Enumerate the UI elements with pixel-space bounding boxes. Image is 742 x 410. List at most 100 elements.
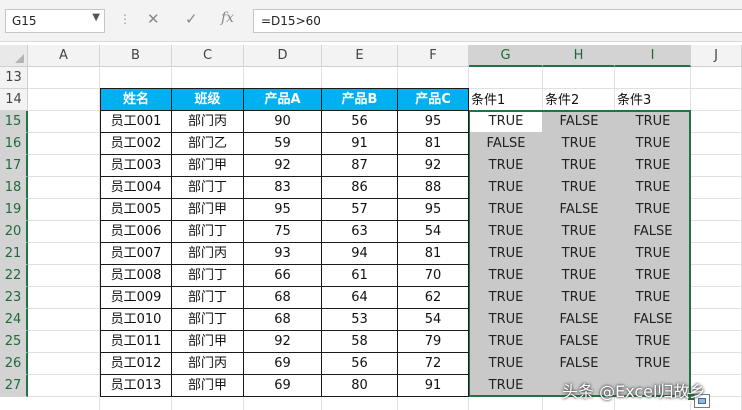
row-header-25[interactable]: 25	[0, 331, 28, 353]
table-cell[interactable]: 53	[322, 309, 398, 331]
result-cell[interactable]: TRUE	[469, 155, 543, 177]
name-box[interactable]: G15 ▼	[5, 9, 105, 33]
result-cell[interactable]: FALSE	[469, 133, 543, 155]
result-cell[interactable]: TRUE	[469, 309, 543, 331]
row-header-14[interactable]: 14	[0, 89, 28, 111]
table-cell[interactable]: 68	[244, 287, 322, 309]
column-header-f[interactable]: F	[398, 45, 469, 67]
row-header-22[interactable]: 22	[0, 265, 28, 287]
table-cell[interactable]: 91	[398, 375, 469, 397]
condition-header[interactable]: 条件1	[471, 89, 505, 111]
table-cell[interactable]: 员工001	[100, 111, 172, 133]
column-header-b[interactable]: B	[100, 45, 172, 67]
column-header-j[interactable]: J	[691, 45, 742, 67]
result-cell[interactable]: TRUE	[469, 375, 543, 397]
table-cell[interactable]: 88	[398, 177, 469, 199]
table-cell[interactable]: 69	[244, 375, 322, 397]
table-cell[interactable]: 81	[398, 243, 469, 265]
row-header-17[interactable]: 17	[0, 155, 28, 177]
result-cell[interactable]: TRUE	[469, 287, 543, 309]
row-header-26[interactable]: 26	[0, 353, 28, 375]
result-cell[interactable]: TRUE	[469, 177, 543, 199]
table-cell[interactable]: 92	[244, 155, 322, 177]
table-cell[interactable]: 员工003	[100, 155, 172, 177]
table-cell[interactable]: 部门乙	[172, 133, 244, 155]
result-cell[interactable]: TRUE	[615, 155, 691, 177]
table-cell[interactable]: 部门丁	[172, 265, 244, 287]
table-cell[interactable]: 75	[244, 221, 322, 243]
result-cell[interactable]: TRUE	[615, 331, 691, 353]
result-cell[interactable]: TRUE	[615, 353, 691, 375]
table-cell[interactable]: 80	[322, 375, 398, 397]
row-header-20[interactable]: 20	[0, 221, 28, 243]
table-cell[interactable]: 员工007	[100, 243, 172, 265]
table-cell[interactable]: 部门甲	[172, 155, 244, 177]
result-cell[interactable]: TRUE	[469, 199, 543, 221]
result-cell[interactable]: TRUE	[469, 111, 543, 133]
table-cell[interactable]: 69	[244, 353, 322, 375]
condition-header[interactable]: 条件2	[545, 89, 579, 111]
result-cell[interactable]: TRUE	[543, 265, 615, 287]
result-cell[interactable]: FALSE	[543, 111, 615, 133]
row-header-23[interactable]: 23	[0, 287, 28, 309]
result-cell[interactable]: TRUE	[543, 221, 615, 243]
result-cell[interactable]: TRUE	[469, 331, 543, 353]
select-all-button[interactable]	[0, 45, 28, 67]
table-cell[interactable]: 66	[244, 265, 322, 287]
result-cell[interactable]: FALSE	[543, 199, 615, 221]
table-cell[interactable]: 61	[322, 265, 398, 287]
table-cell[interactable]: 员工009	[100, 287, 172, 309]
row-header-21[interactable]: 21	[0, 243, 28, 265]
column-header-h[interactable]: H	[543, 45, 615, 67]
table-cell[interactable]: 68	[244, 309, 322, 331]
table-cell[interactable]: 部门丁	[172, 287, 244, 309]
table-cell[interactable]: 部门丁	[172, 309, 244, 331]
result-cell[interactable]: TRUE	[543, 133, 615, 155]
table-cell[interactable]: 56	[322, 111, 398, 133]
chevron-down-icon[interactable]: ▼	[92, 12, 100, 23]
table-cell[interactable]: 员工011	[100, 331, 172, 353]
result-cell[interactable]: TRUE	[543, 177, 615, 199]
table-cell[interactable]: 72	[398, 353, 469, 375]
worksheet-grid[interactable]: 姓名 班级 产品A 产品B 产品C 员工001 部门丙 90 56 95 员工002 部门乙 59 91 8…	[28, 67, 742, 410]
row-header-19[interactable]: 19	[0, 199, 28, 221]
table-cell[interactable]: 员工012	[100, 353, 172, 375]
result-cell[interactable]: TRUE	[615, 177, 691, 199]
condition-header[interactable]: 条件3	[617, 89, 651, 111]
column-header-e[interactable]: E	[322, 45, 398, 67]
result-cell[interactable]: FALSE	[615, 309, 691, 331]
table-header-cell[interactable]: 产品A	[244, 88, 322, 111]
drag-handle-icon[interactable]: ⋮	[119, 12, 131, 26]
result-cell[interactable]: TRUE	[469, 265, 543, 287]
table-cell[interactable]: 56	[322, 353, 398, 375]
table-cell[interactable]: 部门丙	[172, 111, 244, 133]
result-cell[interactable]: TRUE	[615, 265, 691, 287]
table-cell[interactable]: 64	[322, 287, 398, 309]
table-cell[interactable]: 92	[398, 155, 469, 177]
table-cell[interactable]: 部门丙	[172, 353, 244, 375]
table-cell[interactable]: 58	[322, 331, 398, 353]
table-cell[interactable]: 93	[244, 243, 322, 265]
table-cell[interactable]: 57	[322, 199, 398, 221]
table-cell[interactable]: 员工013	[100, 375, 172, 397]
table-cell[interactable]: 87	[322, 155, 398, 177]
result-cell[interactable]: TRUE	[469, 243, 543, 265]
table-cell[interactable]: 部门丙	[172, 243, 244, 265]
result-cell[interactable]: TRUE	[615, 199, 691, 221]
result-cell[interactable]: TRUE	[543, 287, 615, 309]
table-cell[interactable]: 部门甲	[172, 331, 244, 353]
table-cell[interactable]: 79	[398, 331, 469, 353]
table-header-cell[interactable]: 产品B	[322, 88, 398, 111]
column-header-i[interactable]: I	[615, 45, 691, 67]
table-cell[interactable]: 70	[398, 265, 469, 287]
result-cell[interactable]: FALSE	[543, 309, 615, 331]
table-cell[interactable]: 员工010	[100, 309, 172, 331]
result-cell[interactable]: TRUE	[615, 133, 691, 155]
table-cell[interactable]: 54	[398, 309, 469, 331]
result-cell[interactable]: TRUE	[615, 243, 691, 265]
table-cell[interactable]: 员工005	[100, 199, 172, 221]
result-cell[interactable]: FALSE	[543, 331, 615, 353]
table-cell[interactable]: 94	[322, 243, 398, 265]
result-cell[interactable]: TRUE	[615, 111, 691, 133]
table-cell[interactable]: 62	[398, 287, 469, 309]
